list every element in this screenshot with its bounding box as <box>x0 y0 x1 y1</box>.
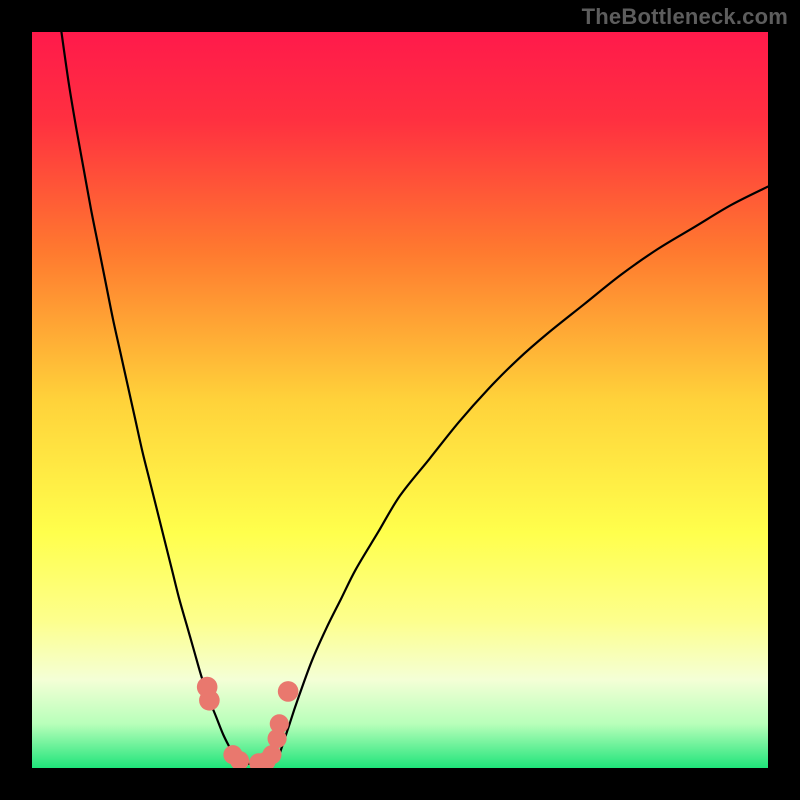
marker-point <box>262 745 281 764</box>
marker-point <box>278 681 299 702</box>
plot-svg <box>32 32 768 768</box>
marker-point <box>270 714 289 733</box>
watermark-text: TheBottleneck.com <box>582 4 788 30</box>
plot-area <box>32 32 768 768</box>
chart-frame: TheBottleneck.com <box>0 0 800 800</box>
marker-point <box>199 690 220 711</box>
gradient-background <box>32 32 768 768</box>
